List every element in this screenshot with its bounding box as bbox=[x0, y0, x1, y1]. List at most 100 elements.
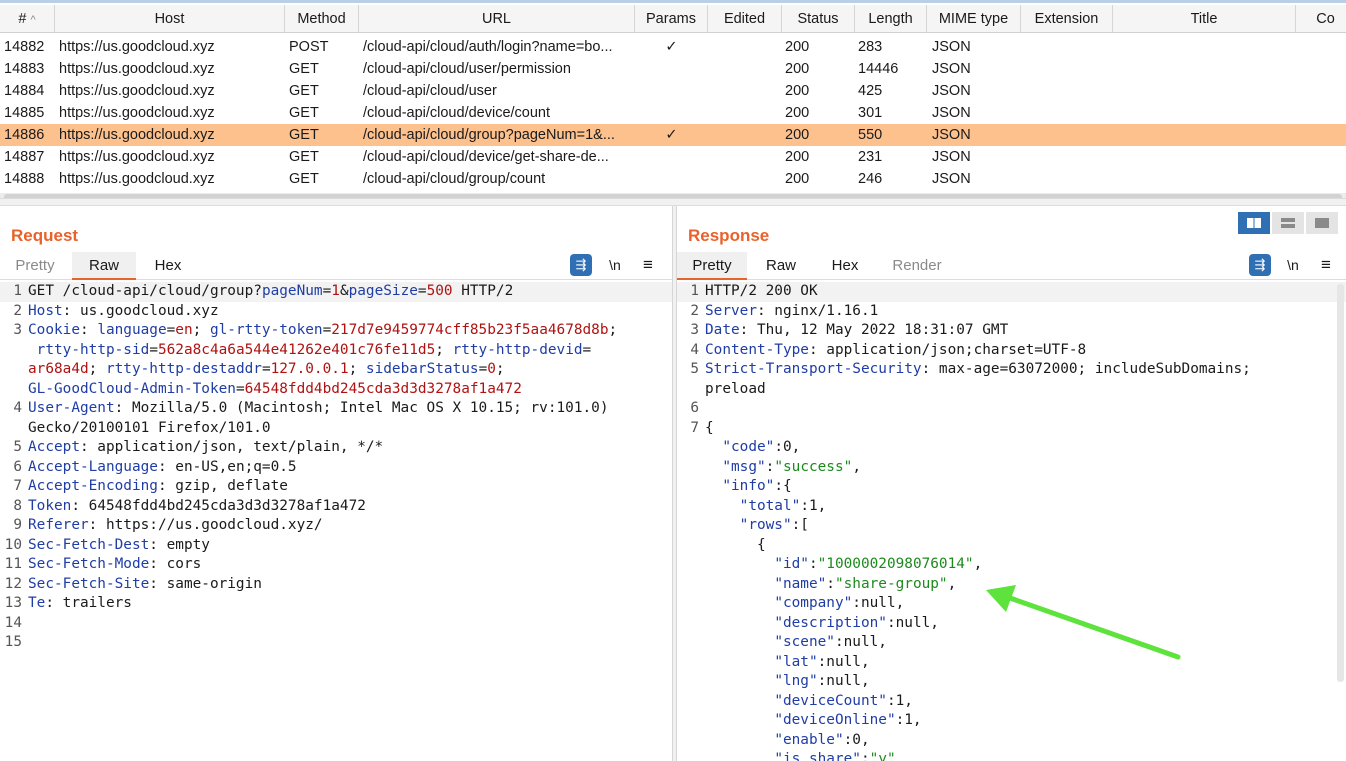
code-key: "rows" bbox=[739, 517, 792, 533]
code-text: "msg":"success", bbox=[705, 458, 1346, 478]
table-row[interactable]: 14883 https://us.goodcloud.xyz GET/cloud-a… bbox=[0, 58, 1346, 80]
line-number: 2 bbox=[690, 302, 699, 319]
code-key: "msg" bbox=[722, 458, 766, 475]
tab-render[interactable]: Render bbox=[879, 252, 955, 280]
table-row[interactable]: 14887 https://us.goodcloud.xyz GET/cloud-a… bbox=[0, 146, 1346, 168]
code-text: Strict-Transport-Security: max-age=63072… bbox=[705, 360, 1346, 380]
code-text: Token: 64548fdd4bd245cda3d3d3278af1a472 bbox=[28, 497, 672, 517]
cell-mime: JSON bbox=[932, 171, 971, 187]
cell-url: /cloud-api/cloud/device/get-share-de... bbox=[363, 149, 609, 165]
vertical-scrollbar[interactable] bbox=[1337, 284, 1344, 682]
cell-params: ✓ bbox=[665, 39, 678, 55]
cell-status: 200 bbox=[785, 83, 810, 99]
tab-raw[interactable]: Raw bbox=[749, 252, 813, 280]
code-plain: { bbox=[705, 419, 714, 436]
column-header-host[interactable]: Host bbox=[55, 5, 285, 33]
table-row[interactable]: 14888 https://us.goodcloud.xyz GET/cloud-a… bbox=[0, 168, 1346, 190]
column-header-comment[interactable]: Co bbox=[1296, 5, 1346, 33]
code-plain: : bbox=[808, 556, 818, 572]
column-header-label: Co bbox=[1316, 11, 1335, 27]
tab-hex[interactable]: Hex bbox=[815, 252, 875, 280]
response-pane: Response Pretty Raw Hex Render ⇶ \n ≡ 1 HTTP… bbox=[677, 206, 1346, 761]
cell-title bbox=[1113, 146, 1296, 168]
code-plain bbox=[705, 556, 774, 572]
cell-edited bbox=[708, 146, 782, 168]
column-header-mime[interactable]: MIME type bbox=[927, 5, 1021, 33]
code-text: "code":0, bbox=[705, 438, 1346, 458]
cell-method: GET bbox=[289, 127, 319, 143]
tab-raw[interactable]: Raw bbox=[72, 252, 136, 280]
code-plain: ; bbox=[348, 361, 366, 377]
code-plain: GET /cloud-api/cloud/group? bbox=[28, 283, 262, 299]
cell-method: GET bbox=[289, 61, 319, 77]
table-row[interactable]: 14884 https://us.goodcloud.xyz GET/cloud-a… bbox=[0, 80, 1346, 102]
hamburger-menu-icon[interactable]: ≡ bbox=[1315, 254, 1337, 276]
cell-status: 200 bbox=[785, 149, 810, 165]
code-line: GL-GoodCloud-Admin-Token=64548fdd4bd245c… bbox=[0, 380, 672, 400]
table-row[interactable]: 14886 https://us.goodcloud.xyz GET/cloud-a… bbox=[0, 124, 1346, 146]
column-header-title[interactable]: Title bbox=[1113, 5, 1296, 33]
cell-title bbox=[1113, 80, 1296, 102]
code-line: 2 Server: nginx/1.16.1 bbox=[677, 302, 1346, 322]
code-plain: = bbox=[322, 283, 332, 299]
tab-hex[interactable]: Hex bbox=[138, 252, 198, 280]
code-plain: : 64548fdd4bd245cda3d3d3278af1a472 bbox=[71, 497, 366, 514]
table-row[interactable]: 14885 https://us.goodcloud.xyz GET/cloud-a… bbox=[0, 102, 1346, 124]
code-key: pageNum bbox=[261, 283, 323, 299]
table-row[interactable]: 14882 https://us.goodcloud.xyz POST/cloud-… bbox=[0, 36, 1346, 58]
code-line: "code":0, bbox=[677, 438, 1346, 458]
column-header-length[interactable]: Length bbox=[855, 5, 927, 33]
code-value: 1 bbox=[331, 283, 340, 299]
tab-pretty[interactable]: Pretty bbox=[677, 252, 747, 280]
cell-params bbox=[635, 102, 708, 124]
newline-toggle-button[interactable]: \n bbox=[1282, 254, 1304, 276]
line-number: 12 bbox=[4, 575, 22, 592]
cell-length: 550 bbox=[858, 127, 883, 143]
column-header-method[interactable]: Method bbox=[285, 5, 359, 33]
code-plain: HTTP/2 bbox=[452, 283, 514, 299]
line-number: 4 bbox=[690, 341, 699, 358]
newline-toggle-button[interactable]: \n bbox=[604, 254, 626, 276]
code-text: "deviceCount":1, bbox=[705, 692, 1346, 712]
column-header-extension[interactable]: Extension bbox=[1021, 5, 1113, 33]
column-header-num[interactable]: # ^ bbox=[0, 5, 55, 33]
response-editor[interactable]: 1 HTTP/2 200 OK 2 Server: nginx/1.16.1 3 Date… bbox=[677, 282, 1346, 761]
request-editor[interactable]: 1 GET /cloud-api/cloud/group?pageNum=1&pa… bbox=[0, 282, 672, 761]
cell-status: 200 bbox=[785, 105, 810, 121]
code-text: Te: trailers bbox=[28, 594, 672, 614]
tab-pretty[interactable]: Pretty bbox=[0, 252, 70, 280]
code-text: User-Agent: Mozilla/5.0 (Macintosh; Inte… bbox=[28, 399, 672, 419]
cell-num: 14882 bbox=[4, 39, 45, 55]
code-text: "company":null, bbox=[705, 594, 1346, 614]
code-plain: : gzip, deflate bbox=[157, 478, 288, 494]
code-key: "total" bbox=[739, 497, 801, 514]
word-wrap-icon[interactable]: ⇶ bbox=[570, 254, 592, 276]
code-plain: ; bbox=[192, 322, 210, 338]
hamburger-menu-icon[interactable]: ≡ bbox=[637, 254, 659, 276]
cell-method: GET bbox=[289, 83, 319, 99]
code-line: 8 Token: 64548fdd4bd245cda3d3d3278af1a472 bbox=[0, 497, 672, 517]
line-number: 15 bbox=[4, 634, 22, 650]
cell-title bbox=[1113, 168, 1296, 190]
word-wrap-icon[interactable]: ⇶ bbox=[1249, 254, 1271, 276]
cell-method: GET bbox=[289, 171, 319, 187]
code-text: preload bbox=[705, 380, 1346, 400]
code-plain: : application/json, text/plain, */* bbox=[79, 439, 384, 455]
column-header-params[interactable]: Params bbox=[635, 5, 708, 33]
code-line: 15 bbox=[0, 633, 672, 653]
pane-splitter-horizontal[interactable] bbox=[0, 198, 1346, 206]
column-header-status[interactable]: Status bbox=[782, 5, 855, 33]
code-text: Content-Type: application/json;charset=U… bbox=[705, 341, 1346, 361]
code-plain bbox=[705, 595, 774, 611]
code-key: Cookie bbox=[28, 322, 80, 338]
code-line: 1 HTTP/2 200 OK bbox=[677, 282, 1346, 302]
code-line: 4 User-Agent: Mozilla/5.0 (Macintosh; Int… bbox=[0, 399, 672, 419]
column-header-url[interactable]: URL bbox=[359, 5, 635, 33]
cell-method: GET bbox=[289, 105, 319, 121]
code-key: Accept-Encoding bbox=[28, 478, 158, 494]
code-key: rtty-http-sid bbox=[36, 341, 150, 358]
column-header-edited[interactable]: Edited bbox=[708, 5, 782, 33]
cell-method: POST bbox=[289, 39, 329, 55]
code-text: "enable":0, bbox=[705, 731, 1346, 751]
code-plain: : max-age=63072000; includeSubDomains; bbox=[921, 361, 1251, 377]
